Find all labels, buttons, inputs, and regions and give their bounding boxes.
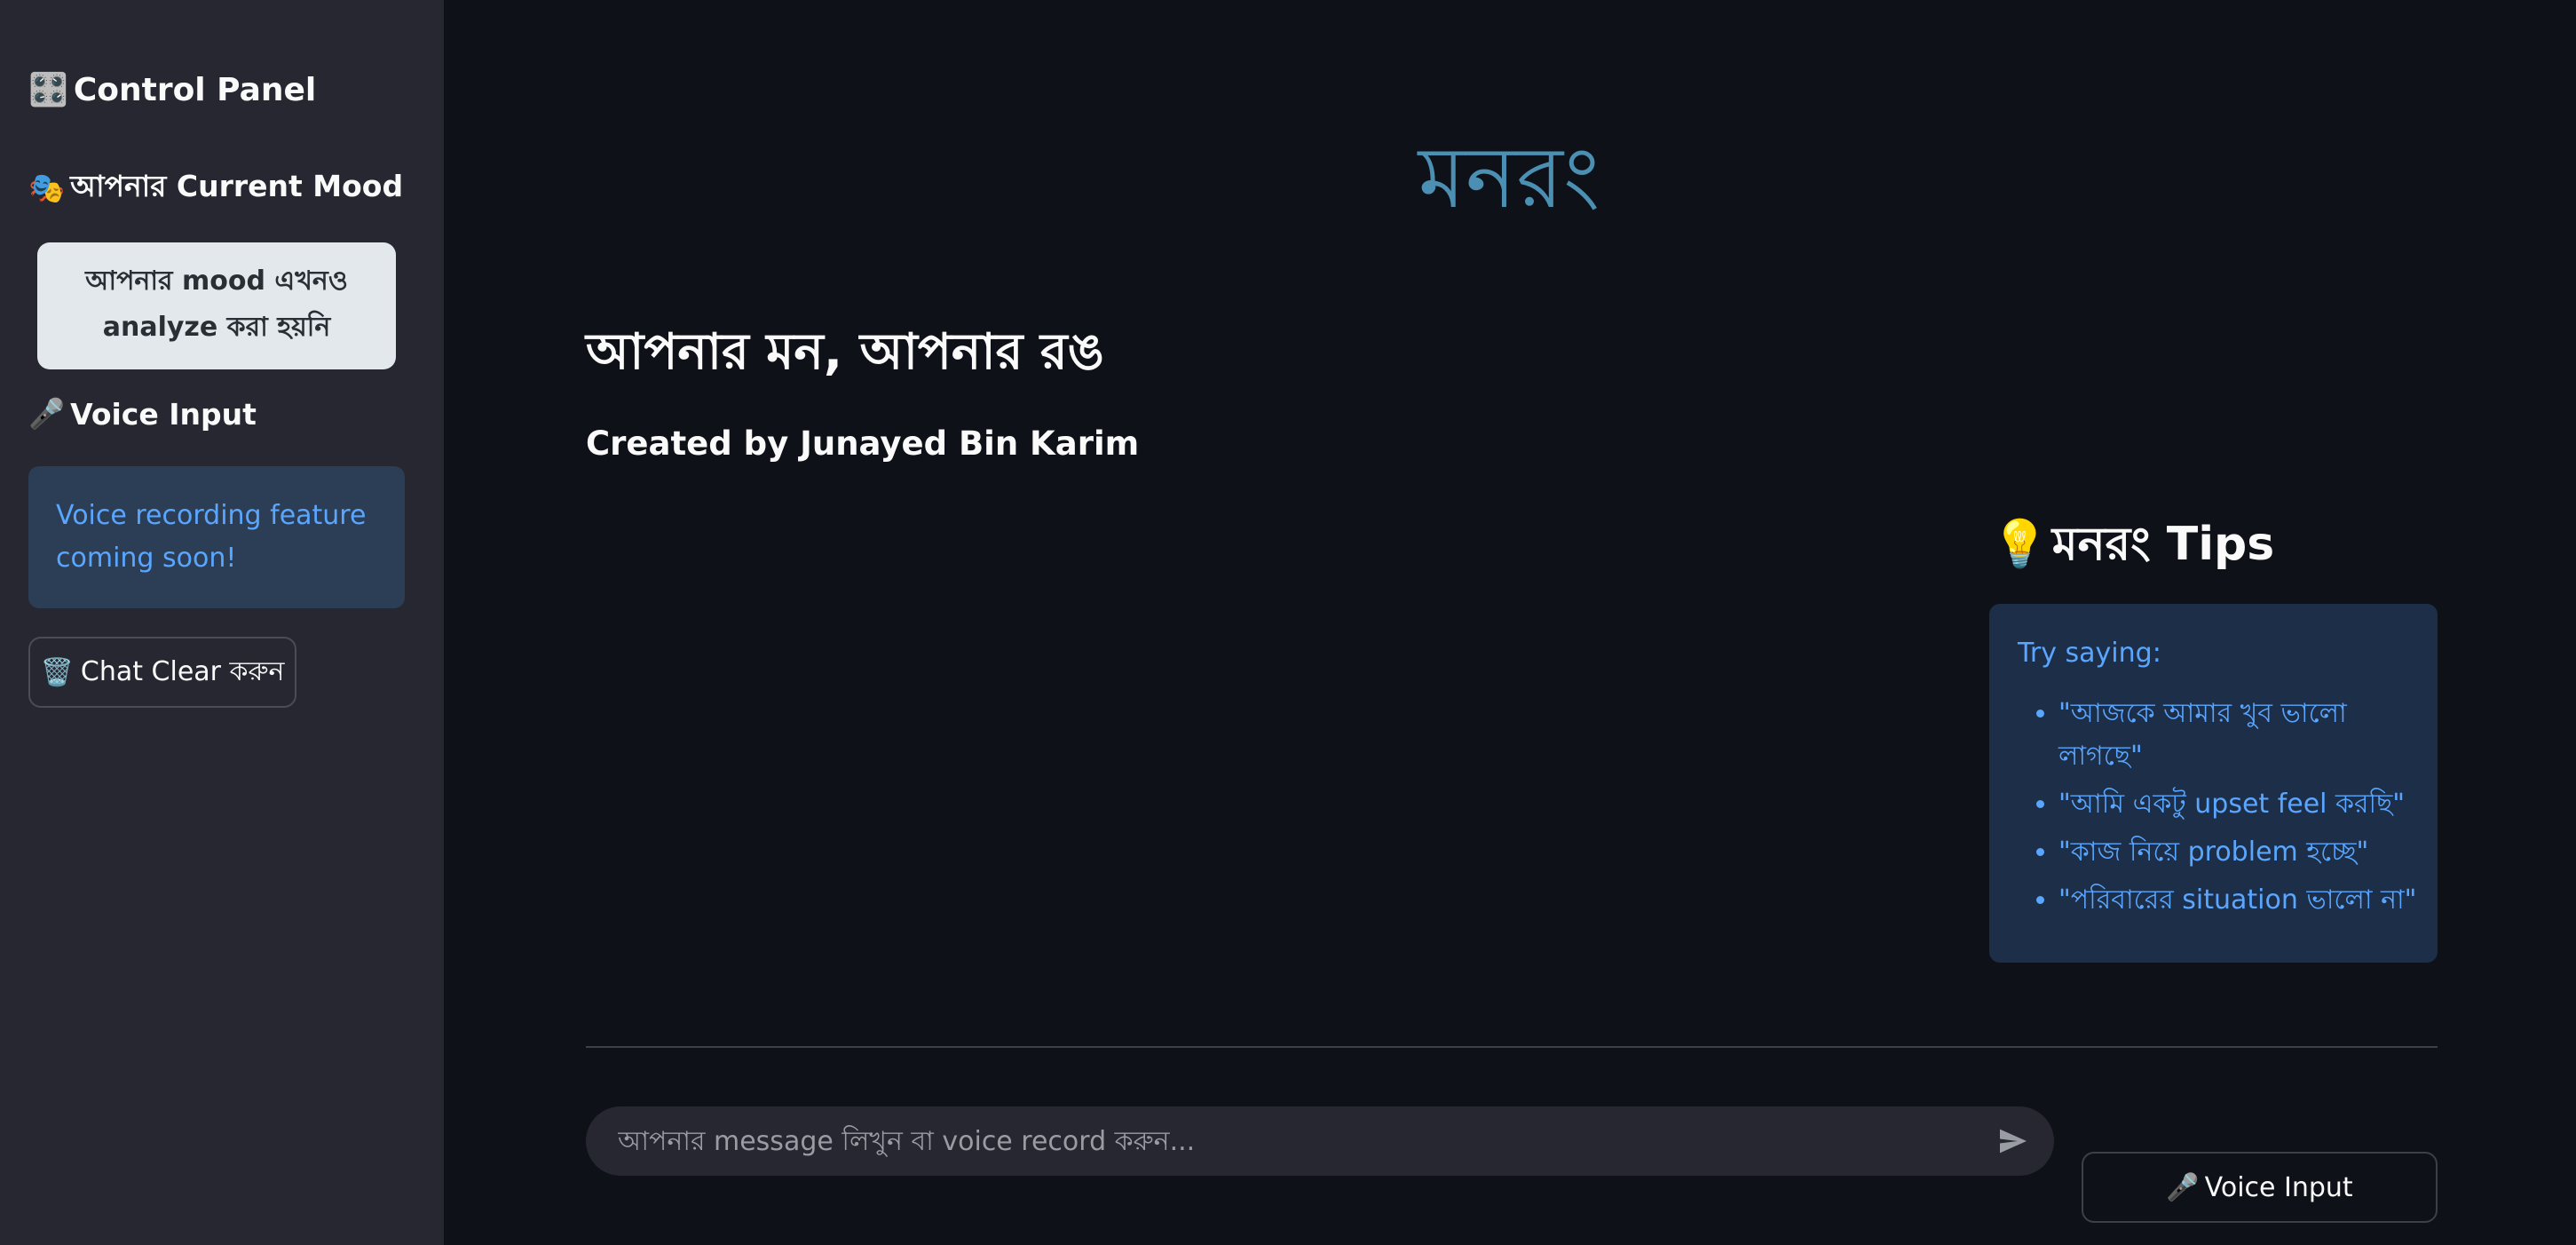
tips-list: "আজকে আমার খুব ভালো লাগছে" "আমি একটু ups… <box>2018 693 2420 922</box>
voice-info-box: Voice recording feature coming soon! <box>28 466 405 608</box>
voice-input-button-label: Voice Input <box>2204 1171 2353 1203</box>
control-knobs-icon: 🎛️ <box>28 72 68 108</box>
tips-intro: Try saying: <box>2018 638 2161 669</box>
chat-input-container <box>586 1106 2054 1176</box>
tips-box: Try saying: "আজকে আমার খুব ভালো লাগছে" "… <box>1989 604 2438 963</box>
tips-heading-label: মনরং Tips <box>2051 518 2275 571</box>
tips-heading: 💡 মনরং Tips <box>1991 513 2274 575</box>
app-subtitle: আপনার মন, আপনার রঙ <box>586 323 1104 381</box>
send-icon <box>2000 1129 2027 1154</box>
tip-item: "পরিবারের situation ভালো না" <box>2058 879 2420 922</box>
clear-chat-label: Chat Clear করুন <box>80 655 285 687</box>
control-panel-label: Control Panel <box>73 71 317 108</box>
voice-input-button[interactable]: 🎤 Voice Input <box>2082 1152 2438 1223</box>
author-credit: Created by Junayed Bin Karim <box>586 424 1140 463</box>
current-mood-heading: 🎭 আপনার Current Mood <box>28 163 403 213</box>
tip-item: "আমি একটু upset feel করছি" <box>2058 783 2420 826</box>
voice-input-heading: 🎤 Voice Input <box>28 396 257 432</box>
control-panel-heading: 🎛️ Control Panel <box>28 71 317 109</box>
divider <box>586 1046 2438 1048</box>
send-button[interactable] <box>1994 1122 2033 1161</box>
chat-input[interactable] <box>616 1106 1965 1176</box>
voice-input-label: Voice Input <box>70 396 257 432</box>
current-mood-label: আপনার Current Mood <box>70 169 404 203</box>
clear-chat-button[interactable]: 🗑️ Chat Clear করুন <box>28 637 296 708</box>
tip-item: "কাজ নিয়ে problem হচ্ছে" <box>2058 831 2420 874</box>
theater-masks-icon: 🎭 <box>28 170 66 205</box>
microphone-icon: 🎤 <box>28 396 66 431</box>
microphone-icon: 🎤 <box>2166 1171 2200 1203</box>
sidebar: 🎛️ Control Panel 🎭 আপনার Current Mood আপ… <box>0 0 444 1245</box>
app-title: মনরং <box>1418 128 1600 227</box>
mood-status-card: আপনার mood এখনও analyze করা হয়নি <box>37 242 396 369</box>
tip-item: "আজকে আমার খুব ভালো লাগছে" <box>2058 693 2420 778</box>
trash-icon: 🗑️ <box>40 656 74 688</box>
lightbulb-icon: 💡 <box>1991 518 2049 571</box>
